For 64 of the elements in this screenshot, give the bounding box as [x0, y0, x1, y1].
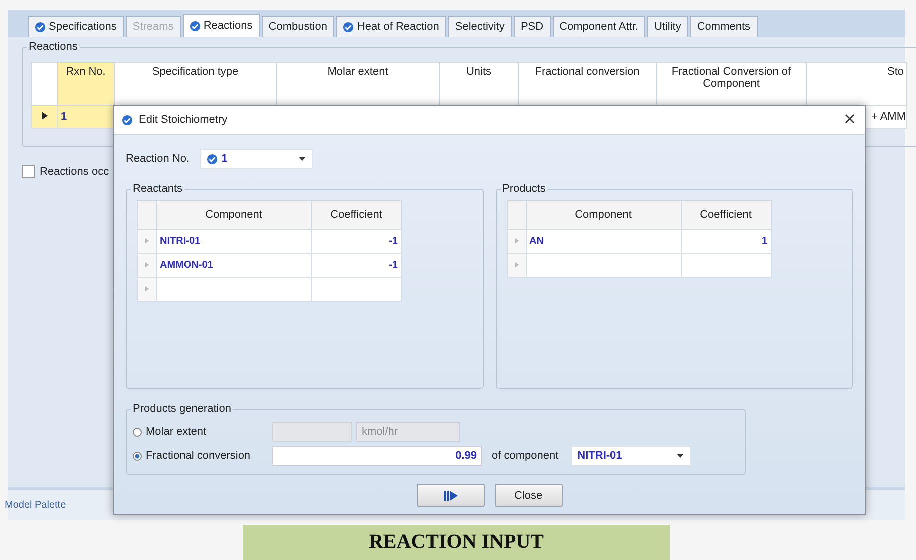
group-label: Reactants — [131, 183, 185, 195]
column-header: Molar extent — [276, 62, 440, 106]
molar-extent-field[interactable] — [272, 422, 352, 442]
dialog-title: Edit Stoichiometry — [139, 114, 228, 126]
close-icon — [845, 114, 855, 124]
row-arrow-icon — [145, 262, 149, 268]
checkbox-label: Reactions occ — [40, 166, 110, 178]
status-check-icon — [343, 22, 354, 32]
tab[interactable]: Component Attr. — [552, 16, 646, 37]
field-label: of component — [492, 450, 559, 462]
column-header: Coefficient — [681, 200, 771, 230]
dialog-check-icon — [122, 114, 133, 126]
column-header: Sto — [806, 62, 906, 106]
column-header: Specification type — [114, 62, 276, 106]
row-arrow-icon — [514, 238, 518, 244]
tab[interactable]: Heat of Reaction — [336, 16, 446, 37]
conversion-field[interactable]: 0.99 — [272, 446, 482, 466]
tab[interactable]: Utility — [647, 16, 688, 37]
reaction-dropdown[interactable]: 1 — [200, 149, 313, 169]
caption: REACTION INPUT — [243, 525, 670, 560]
close-button[interactable]: Close — [494, 484, 562, 507]
component-cell[interactable]: AMMON-01 — [156, 254, 312, 278]
radio-option[interactable]: Fractional conversion — [133, 450, 268, 462]
checkbox[interactable] — [22, 165, 35, 178]
row-arrow-icon — [145, 238, 149, 244]
tab[interactable]: PSD — [514, 16, 551, 37]
group-label: Products — [500, 183, 548, 195]
dropdown-caret-icon — [298, 157, 306, 161]
column-header: Fractional conversion — [518, 62, 656, 106]
next-arrow-icon — [442, 490, 458, 502]
new-row-cell[interactable] — [156, 278, 312, 302]
status-check-icon — [35, 22, 46, 32]
component-dropdown[interactable]: NITRI-01 — [570, 446, 691, 466]
column-header: Component — [156, 200, 312, 230]
column-header: Component — [526, 200, 681, 230]
new-row-cell[interactable] — [526, 254, 681, 278]
field-label: Reaction No. — [126, 153, 190, 165]
component-cell[interactable]: AN — [526, 230, 681, 254]
new-row-cell[interactable] — [312, 278, 402, 302]
column-header: Fractional Conversion of Component — [656, 62, 806, 106]
column-header: Units — [440, 62, 518, 106]
next-button[interactable] — [416, 484, 484, 507]
coefficient-cell[interactable]: 1 — [681, 230, 771, 254]
status-check-icon — [190, 20, 201, 32]
dropdown-caret-icon — [676, 454, 684, 458]
group-label: Reactions — [27, 41, 80, 53]
column-header: Rxn No. — [58, 62, 114, 106]
coefficient-cell[interactable]: -1 — [312, 254, 402, 278]
panel-title[interactable]: Model Palette — [5, 500, 66, 510]
coefficient-cell[interactable]: -1 — [312, 230, 402, 254]
group-label: Products generation — [131, 403, 234, 415]
row-arrow-icon — [145, 286, 149, 292]
tab[interactable]: Combustion — [262, 16, 334, 37]
component-cell[interactable]: NITRI-01 — [156, 230, 312, 254]
radio-option[interactable]: Molar extent — [133, 426, 268, 438]
tab[interactable]: Comments — [690, 16, 758, 37]
tab[interactable]: Selectivity — [448, 16, 512, 37]
tab[interactable]: Reactions — [182, 14, 260, 37]
row-arrow-icon — [514, 262, 518, 268]
status-check-icon — [206, 154, 218, 164]
column-header: Coefficient — [312, 200, 402, 230]
table-cell[interactable]: 1 — [58, 106, 114, 128]
tab[interactable]: Specifications — [28, 16, 124, 37]
new-row-cell[interactable] — [681, 254, 771, 278]
